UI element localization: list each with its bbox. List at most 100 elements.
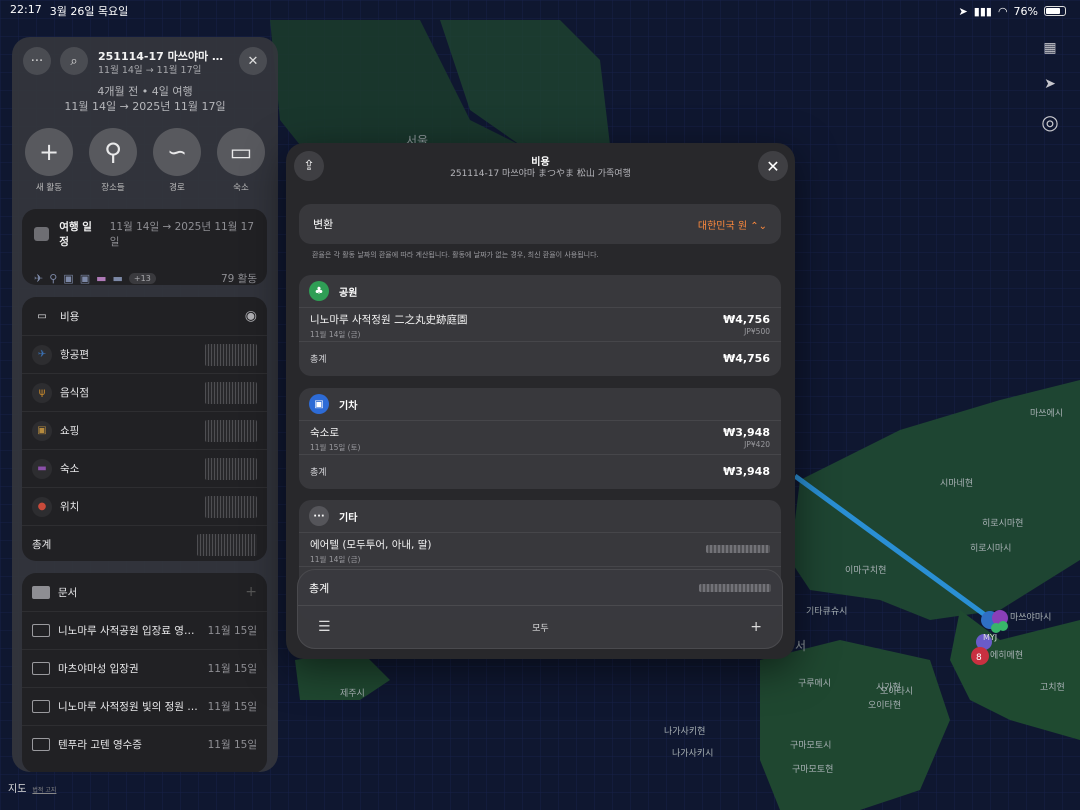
documents-header[interactable]: 문서 + [22, 573, 267, 611]
cost-row-restaurant[interactable]: ψ 음식점 [22, 373, 267, 411]
cost-modal: ⇪ 비용 251114-17 마쓰야마 まつやま 松山 가족여행 ✕ 변환 대한… [286, 143, 795, 659]
pin-icon: ● [32, 496, 52, 517]
currency-select[interactable]: 대한민국 원 ⌃⌄ [698, 217, 767, 232]
filter-icon[interactable]: ☰ [318, 619, 331, 635]
document-item[interactable]: 니노마루 사적정원 빛의 정원 입장권 11월 15일 [22, 687, 267, 725]
modal-subtitle: 251114-17 마쓰야마 まつやま 松山 가족여행 [450, 169, 631, 179]
legal-link[interactable]: 법적 고지 [32, 787, 56, 794]
map-label: 서 [795, 639, 807, 653]
map-label: 시마네현 [940, 479, 974, 489]
section-total: 총계 ₩3,948 [310, 465, 770, 478]
cost-row-lodging[interactable]: ▬ 숙소 [22, 449, 267, 487]
costs-card[interactable]: ▭ 비용 ◉ ✈ 항공편 ψ 음식점 ▣ 쇼핑 ▬ 숙소 ● 위치 총계 [22, 297, 267, 561]
hidden-amount [706, 545, 770, 553]
image-icon [32, 624, 50, 637]
location-arrow-icon[interactable]: ➤ [1036, 76, 1064, 92]
places-button[interactable]: ⚲ 장소들 [88, 128, 138, 193]
signal-icon: ▮▮▮ [973, 4, 992, 18]
document-item[interactable]: 니노마루 사적공원 입장료 영수증 11월 15일 [22, 611, 267, 649]
folder-icon [32, 585, 50, 599]
close-icon[interactable]: ✕ [758, 151, 788, 181]
costs-header[interactable]: ▭ 비용 ◉ [22, 297, 267, 335]
map-label: 이마구치현 [845, 566, 887, 576]
cost-row-shopping[interactable]: ▣ 쇼핑 [22, 411, 267, 449]
svg-text:8: 8 [976, 653, 982, 663]
cost-item[interactable]: 니노마루 사적정원 二之丸史跡庭園 11월 14일 (금) ₩4,756 JP¥… [299, 308, 781, 342]
hidden-amount [699, 583, 771, 592]
airplane-icon: ✈ [32, 344, 52, 365]
map-label: 마쓰에시 [1030, 409, 1064, 419]
grand-total-row: 총계 [298, 570, 782, 606]
cost-row-flight[interactable]: ✈ 항공편 [22, 335, 267, 373]
more-icon[interactable]: ··· [23, 47, 51, 75]
new-activity-button[interactable]: + 새 활동 [24, 128, 74, 193]
image-icon [32, 700, 50, 713]
map-label: 에히메현 [990, 651, 1024, 661]
map-attribution: 지도 법적 고지 [8, 784, 57, 795]
calendar-icon [34, 227, 50, 241]
section-total: 총계 ₩4,756 [310, 352, 770, 365]
bus-icon: ▣ [79, 272, 91, 285]
document-item[interactable]: 마츠야마성 입장권 11월 15일 [22, 649, 267, 687]
trip-dates-short: 11월 14일 → 11월 17일 [98, 65, 202, 76]
cost-item[interactable]: 에어텔 (모두투어, 아내, 딸) 11월 14일 (금) [299, 533, 781, 567]
image-icon [32, 662, 50, 675]
hidden-amount [205, 343, 257, 366]
route-icon: ∽ [153, 128, 201, 176]
map-mode-icon[interactable]: ▦ [1036, 40, 1064, 56]
cost-row-total: 총계 [22, 525, 267, 563]
search-icon[interactable]: ⌕ [60, 47, 88, 75]
eye-icon[interactable]: ◉ [245, 308, 257, 324]
document-item[interactable]: 텐푸라 고텐 영수증 11월 15일 [22, 725, 267, 763]
hidden-amount [205, 495, 257, 518]
cost-row-location[interactable]: ● 위치 [22, 487, 267, 525]
schedule-title: 여행 일정 [59, 221, 92, 248]
map-label: 기타큐슈시 [806, 607, 848, 617]
conversion-label: 변환 [313, 218, 334, 231]
map-label: 오이타시 [880, 687, 914, 697]
map-label: 고치현 [1040, 683, 1065, 693]
park-icon: ♣ [309, 281, 329, 301]
status-bar: 22:17 3월 26일 목요일 ➤ ▮▮▮ ◠ 76% [0, 0, 1080, 22]
trip-sidebar: ··· ⌕ 251114-17 마쓰야마 まつやま 松山 가족여행 11월 14… [12, 37, 278, 772]
lodging-button[interactable]: ▭ 숙소 [216, 128, 266, 193]
map-label: 히로시마시 [970, 544, 1012, 554]
location-icon: ➤ [958, 4, 968, 18]
radar-icon[interactable]: ◎ [1036, 110, 1064, 134]
wifi-icon: ◠ [997, 4, 1008, 18]
plus-icon: + [25, 128, 73, 176]
currency-conversion-row[interactable]: 변환 대한민국 원 ⌃⌄ [299, 204, 781, 244]
map-label: 구마모토시 [790, 741, 832, 751]
schedule-range: 11월 14일 → 2025년 11월 17일 [109, 221, 255, 248]
close-icon[interactable]: ✕ [239, 47, 267, 75]
cost-item[interactable]: 숙소로 11월 15일 (토) ₩3,948 JP¥420 [299, 421, 781, 455]
cost-bottom-bar: 총계 ☰ 모두 + [297, 569, 783, 649]
add-icon[interactable]: + [750, 619, 762, 635]
filter-all-button[interactable]: 모두 [532, 621, 549, 634]
map-label: 마쓰야마시 [1010, 613, 1052, 623]
pin-icon: ⚲ [89, 128, 137, 176]
map-label: 나가사키현 [664, 727, 706, 737]
documents-card[interactable]: 문서 + 니노마루 사적공원 입장료 영수증 11월 15일 마츠야마성 입장권… [22, 573, 267, 772]
map-label: 히로시마현 [982, 519, 1024, 529]
map-label: 오이타현 [868, 701, 902, 711]
hidden-amount [205, 419, 257, 442]
bed-icon: ▭ [217, 128, 265, 176]
map-label: 나가사키시 [672, 749, 714, 759]
map-label: 제주시 [340, 689, 365, 699]
clock: 22:17 [10, 3, 42, 16]
map-label: 구마모토현 [792, 765, 834, 775]
image-icon [32, 738, 50, 751]
map-label: 구루메시 [798, 679, 832, 689]
cost-section-park: ♣ 공원 니노마루 사적정원 二之丸史跡庭園 11월 14일 (금) ₩4,75… [299, 275, 781, 376]
activity-count: 79 활동 [220, 273, 257, 285]
status-date: 3월 26일 목요일 [49, 5, 129, 18]
add-document-icon[interactable]: + [245, 584, 257, 600]
route-button[interactable]: ∽ 경로 [152, 128, 202, 193]
bed-icon: ▬ [96, 272, 107, 285]
hidden-amount [205, 457, 257, 480]
battery-percent: 76% [1013, 4, 1038, 18]
train-icon: ▣ [63, 272, 74, 285]
schedule-card[interactable]: 여행 일정 11월 14일 → 2025년 11월 17일 ✈ ⚲ ▣ ▣ ▬ … [22, 209, 267, 285]
hidden-amount [205, 381, 257, 404]
